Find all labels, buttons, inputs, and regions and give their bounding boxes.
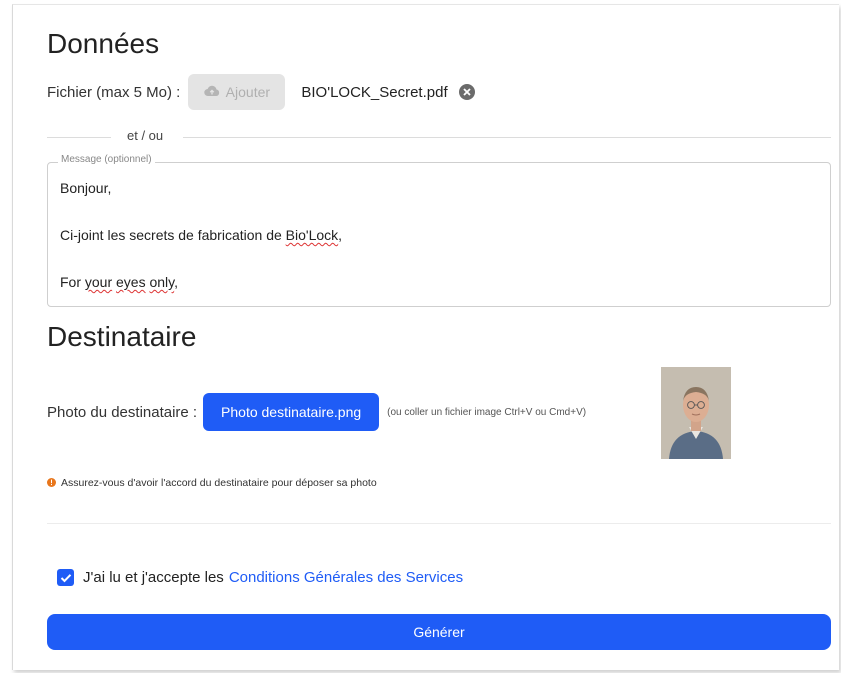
misspelled-word: only: [149, 274, 175, 290]
message-line: For your eyes only,: [60, 274, 179, 290]
warning-dot-icon: [47, 474, 56, 492]
terms-text: J'ai lu et j'accepte les: [83, 569, 224, 586]
recipient-section-title: Destinataire: [47, 321, 197, 352]
terms-consent: J'ai lu et j'accepte les Conditions Géné…: [57, 569, 463, 586]
divider-line-right: [183, 137, 831, 138]
recipient-photo-preview: [661, 367, 731, 459]
recipient-photo-button[interactable]: Photo destinataire.png: [203, 393, 380, 431]
divider-text: et / ou: [127, 128, 164, 143]
attached-file-name: BIO'LOCK_Secret.pdf: [301, 83, 448, 101]
close-circle-icon[interactable]: [458, 83, 476, 101]
file-row: Fichier (max 5 Mo) : Ajouter BIO'LOCK_Se…: [47, 74, 476, 110]
consent-notice: Assurez-vous d'avoir l'accord du destina…: [47, 474, 377, 492]
checkmark-icon: [60, 573, 71, 582]
misspelled-word: eyes: [116, 274, 146, 290]
message-label: Message (optionnel): [58, 154, 155, 165]
message-textarea[interactable]: Message (optionnel) Bonjour, Ci-joint le…: [47, 154, 831, 307]
photo-label: Photo du destinataire :: [47, 403, 198, 421]
data-section-title: Données: [47, 28, 160, 59]
and-or-divider: et / ou: [47, 128, 831, 146]
terms-link[interactable]: Conditions Générales des Services: [229, 569, 463, 586]
message-line: Bonjour,: [60, 180, 112, 196]
misspelled-word: your: [84, 274, 113, 290]
paste-hint: (ou coller un fichier image Ctrl+V ou Cm…: [387, 406, 587, 418]
cloud-upload-icon: [203, 84, 220, 100]
generate-button[interactable]: Générer: [47, 614, 831, 650]
notice-text: Assurez-vous d'avoir l'accord du destina…: [61, 477, 377, 489]
terms-checkbox[interactable]: [57, 569, 74, 586]
add-file-button[interactable]: Ajouter: [188, 74, 286, 110]
misspelled-word: Bio'Lock: [285, 227, 339, 243]
divider-line-left: [47, 137, 111, 138]
file-label: Fichier (max 5 Mo) :: [47, 83, 181, 101]
add-file-button-label: Ajouter: [225, 84, 271, 100]
message-line: Ci-joint les secrets de fabrication de B…: [60, 227, 343, 243]
section-divider: [47, 523, 831, 524]
photo-row: Photo du destinataire : Photo destinatai…: [47, 393, 586, 431]
